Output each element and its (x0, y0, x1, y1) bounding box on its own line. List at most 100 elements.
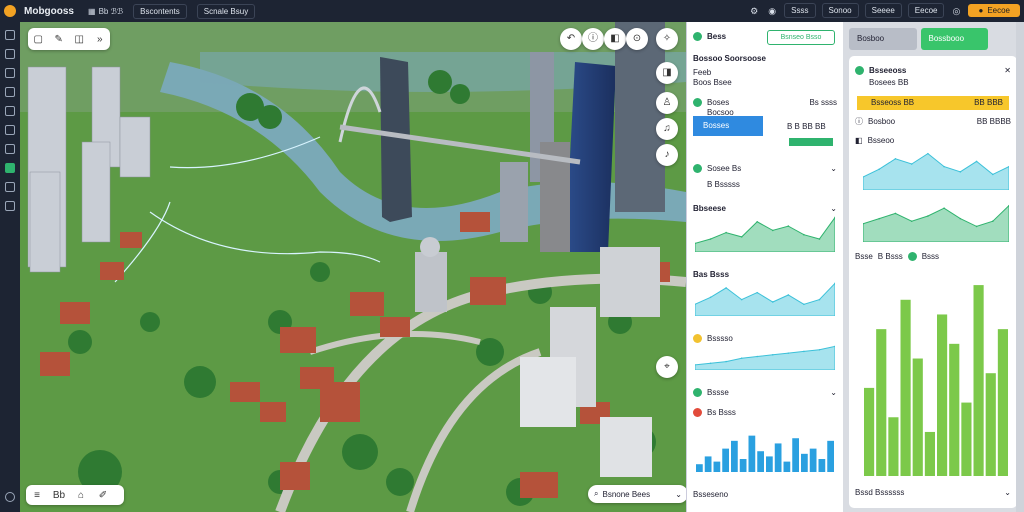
data-point (878, 217, 881, 220)
music-icon[interactable]: ♪ (656, 144, 678, 166)
status-icon (693, 388, 702, 397)
list-icon[interactable] (5, 106, 15, 116)
panel-subtext: Boos Bsee (693, 78, 732, 87)
globe-icon[interactable]: ◎ (950, 5, 962, 17)
status-pill[interactable]: Sonoo (821, 3, 859, 18)
bar (949, 343, 960, 476)
data-point (740, 236, 743, 238)
data-point (818, 238, 821, 240)
gear-icon[interactable]: ⚙ (748, 5, 760, 17)
tab-overview[interactable]: Bosboo (849, 28, 917, 50)
data-point (756, 355, 759, 358)
select-icon[interactable]: ▢ (28, 34, 49, 45)
info-icon[interactable]: ⓘ (582, 28, 604, 50)
status-pill[interactable]: Seeee (864, 3, 902, 18)
brand-name: Mobgooss (24, 5, 74, 17)
account-button[interactable]: ● Eecoe (968, 4, 1020, 17)
help-icon[interactable] (5, 492, 15, 502)
status-icon (693, 164, 702, 173)
camera-icon[interactable]: ◉ (766, 5, 778, 17)
data-point (910, 163, 913, 165)
panel-footer: Bsseseno (693, 490, 729, 499)
close-icon[interactable]: ✕ (1004, 66, 1011, 75)
data-point (894, 158, 897, 160)
action-button[interactable]: Bsnseo Bsso (767, 30, 835, 45)
bar (713, 461, 721, 472)
row-label: Bsse (855, 252, 873, 261)
status-icon (907, 252, 917, 261)
map-icon[interactable] (5, 144, 15, 154)
toolbar-label[interactable]: Bb (48, 490, 70, 501)
row-value: BB BBB (974, 98, 1003, 107)
data-point (878, 168, 881, 171)
chart-icon[interactable] (5, 68, 15, 78)
bar (783, 461, 791, 472)
camera-icon[interactable]: ◧ (604, 28, 626, 50)
selected-row[interactable]: Bosses (693, 116, 763, 136)
bar (985, 373, 996, 476)
row-label: Bsseoo (867, 136, 895, 145)
tab-details[interactable]: Bossbooo (920, 28, 988, 50)
bar (704, 456, 712, 472)
row-label: Bosboo (868, 117, 896, 126)
chevron-down-icon[interactable]: ⌄ (830, 388, 837, 397)
chevron-down-icon[interactable]: ⌄ (1004, 488, 1011, 497)
bar (801, 453, 808, 472)
city-map-viewport[interactable]: ▢ ✎ ◫ » ↶ ⓘ ◧ ⊙ ✧ ◨ ♙ ♫ ♪ ⌖ ≡ Bb ⌂ ✐ ⌕ B… (20, 22, 686, 512)
menu-icon[interactable]: ≡ (26, 490, 48, 501)
link-icon[interactable] (5, 201, 15, 211)
layers-icon[interactable] (5, 30, 15, 40)
clock-icon[interactable] (5, 49, 15, 59)
undo-icon[interactable]: ↶ (560, 28, 582, 50)
location-icon[interactable]: ⌖ (656, 356, 678, 378)
data-point (818, 348, 821, 351)
draw-icon[interactable]: ✎ (49, 34, 70, 45)
brand-logo[interactable]: Mobgooss (4, 5, 74, 17)
search-icon: ⌕ (594, 489, 599, 498)
layers-icon[interactable]: ◨ (656, 62, 678, 84)
table-icon[interactable] (5, 125, 15, 135)
status-icon (693, 98, 702, 107)
data-point (894, 212, 897, 215)
status-pill[interactable]: Ssss (784, 3, 816, 18)
chevron-down-icon[interactable]: ⌄ (830, 204, 837, 213)
shield-icon[interactable] (5, 182, 15, 192)
chart-6 (863, 204, 1009, 242)
map-search[interactable]: ⌕ Bsnone Bees ⌄ (588, 485, 686, 503)
bookmark-icon[interactable]: ⌂ (70, 490, 92, 501)
data-point (771, 301, 774, 303)
panel-subtitle: Bossoo Soorsoose (693, 54, 766, 63)
row-label: Sosee Bs (707, 164, 742, 173)
scrollbar[interactable] (1016, 22, 1024, 512)
menu-item[interactable]: ▦ Bb ℬℬ (88, 7, 123, 16)
walk-icon[interactable]: ♙ (656, 92, 678, 114)
tab-scale[interactable]: Scnale Bsuy (196, 3, 256, 19)
highlight-row[interactable]: Bsseoss BB BB BBB (857, 96, 1009, 110)
bar (766, 456, 773, 472)
tab-contents[interactable]: Bscontents (133, 3, 187, 19)
search-label: Bsnone Bees (602, 489, 651, 499)
row-value: Bs ssss (809, 98, 837, 107)
collapse-icon[interactable]: » (90, 34, 111, 45)
data-point (943, 207, 945, 210)
lock-icon[interactable]: ⊙ (626, 28, 648, 50)
compass-icon[interactable]: ✧ (656, 28, 678, 50)
data-point (771, 354, 774, 356)
edit-icon[interactable]: ✐ (92, 490, 114, 501)
bar (888, 417, 899, 476)
chart-1 (695, 216, 835, 252)
grid-icon: ▦ (88, 6, 96, 16)
data-point (709, 362, 712, 365)
menu-label: Bb ℬℬ (98, 6, 124, 16)
chevron-down-icon[interactable]: ⌄ (830, 164, 837, 173)
account-tab[interactable]: Eecoe (907, 3, 945, 18)
layers-icon[interactable]: ◫ (69, 34, 90, 45)
bar (792, 438, 799, 472)
data-point (740, 298, 743, 301)
row-value: B Bsssss (707, 180, 740, 189)
row-value: Bsss (921, 252, 940, 261)
globe-icon[interactable] (5, 87, 15, 97)
audio-icon[interactable]: ♫ (656, 118, 678, 140)
active-tool-icon[interactable] (5, 163, 15, 173)
row-label: Bsseoss BB (871, 98, 915, 107)
